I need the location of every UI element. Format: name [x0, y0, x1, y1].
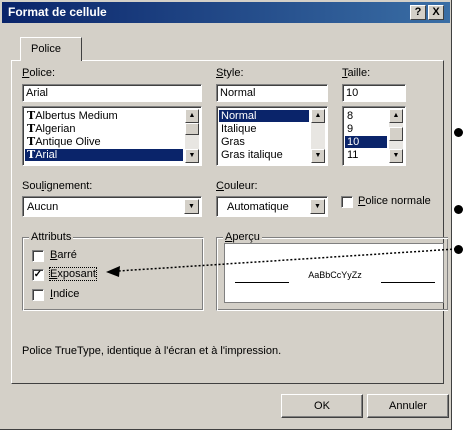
- font-description: Police TrueType, identique à l'écran et …: [22, 345, 282, 357]
- style-list-scrollbar[interactable]: ▲ ▼: [311, 109, 325, 163]
- font-list-scrollbar[interactable]: ▲ ▼: [185, 109, 199, 163]
- ok-button[interactable]: OK: [281, 394, 363, 418]
- color-label: Couleur:: [216, 180, 258, 192]
- tab-label: Police: [31, 43, 61, 55]
- normal-font-label[interactable]: Police normale: [358, 195, 431, 207]
- scroll-down-icon[interactable]: ▼: [311, 149, 325, 163]
- annotation-dot: [454, 205, 463, 214]
- list-item[interactable]: T Albertus Medium: [25, 109, 183, 123]
- style-input[interactable]: Normal: [216, 84, 328, 102]
- list-item-selected[interactable]: Normal: [219, 110, 309, 122]
- style-label: Style:: [216, 67, 244, 79]
- superscript-checkbox[interactable]: ✓: [32, 269, 44, 281]
- truetype-icon: T: [27, 122, 35, 135]
- list-item[interactable]: 9: [345, 123, 387, 135]
- preview-title: Aperçu: [223, 231, 262, 243]
- subscript-label[interactable]: Indice: [50, 288, 79, 300]
- list-item[interactable]: 11: [345, 149, 387, 161]
- size-list-scrollbar[interactable]: ▲ ▼: [389, 109, 403, 163]
- annotation-dot: [454, 245, 463, 254]
- list-item[interactable]: Gras italique: [219, 149, 309, 161]
- help-button[interactable]: ?: [410, 5, 426, 20]
- subscript-checkbox[interactable]: [32, 289, 44, 301]
- tab-police[interactable]: Police: [20, 37, 82, 61]
- color-value: Automatique: [227, 201, 289, 213]
- truetype-icon: T: [27, 148, 35, 161]
- truetype-icon: T: [27, 135, 35, 148]
- strikethrough-checkbox[interactable]: [32, 250, 44, 262]
- chevron-down-icon[interactable]: ▼: [310, 199, 325, 214]
- scroll-down-icon[interactable]: ▼: [185, 149, 199, 163]
- preview-sample: AaBbCcYyZz: [308, 270, 362, 280]
- scroll-up-icon[interactable]: ▲: [389, 109, 403, 123]
- font-label: Police:: [22, 67, 56, 79]
- size-input[interactable]: 10: [342, 84, 406, 102]
- underline-label: Soulignement:: [22, 180, 93, 192]
- list-item-selected[interactable]: T Arial: [25, 149, 183, 161]
- title-bar[interactable]: Format de cellule ? X: [2, 2, 450, 23]
- scroll-thumb[interactable]: [389, 127, 403, 141]
- color-select[interactable]: Automatique ▼: [216, 196, 328, 217]
- baseline-right: [381, 282, 435, 283]
- font-name-input[interactable]: Arial: [22, 84, 202, 102]
- style-list[interactable]: Normal Italique Gras Gras italique ▲ ▼: [216, 106, 328, 166]
- list-item[interactable]: T Antique Olive: [25, 135, 183, 149]
- list-item[interactable]: Gras: [219, 136, 309, 148]
- preview-box: AaBbCcYyZz: [224, 243, 444, 303]
- baseline-left: [235, 282, 289, 283]
- scroll-thumb[interactable]: [185, 123, 199, 135]
- chevron-down-icon[interactable]: ▼: [184, 199, 199, 214]
- scroll-up-icon[interactable]: ▲: [185, 109, 199, 123]
- list-item-selected[interactable]: 10: [345, 136, 387, 148]
- scroll-up-icon[interactable]: ▲: [311, 109, 325, 123]
- list-item[interactable]: 8: [345, 110, 387, 122]
- underline-select[interactable]: Aucun ▼: [22, 196, 202, 217]
- format-cell-dialog: Format de cellule ? X Police Police: Ari…: [0, 0, 452, 430]
- list-item[interactable]: T Algerian: [25, 122, 183, 136]
- annotation-dot: [454, 128, 463, 137]
- list-item[interactable]: Italique: [219, 123, 309, 135]
- strikethrough-label[interactable]: Barré: [50, 249, 77, 261]
- effects-title: Attributs: [29, 231, 74, 243]
- size-list[interactable]: 8 9 10 11 ▲ ▼: [342, 106, 406, 166]
- font-list[interactable]: T Albertus Medium T Algerian T Antique Oliv…: [22, 106, 202, 166]
- truetype-icon: T: [27, 109, 35, 122]
- size-label: Taille:: [342, 67, 371, 79]
- window-title: Format de cellule: [8, 5, 107, 19]
- superscript-label[interactable]: Exposant: [49, 267, 97, 281]
- underline-value: Aucun: [27, 201, 59, 213]
- cancel-button[interactable]: Annuler: [367, 394, 449, 418]
- scroll-down-icon[interactable]: ▼: [389, 149, 403, 163]
- normal-font-checkbox[interactable]: [341, 196, 353, 208]
- close-button[interactable]: X: [428, 5, 444, 20]
